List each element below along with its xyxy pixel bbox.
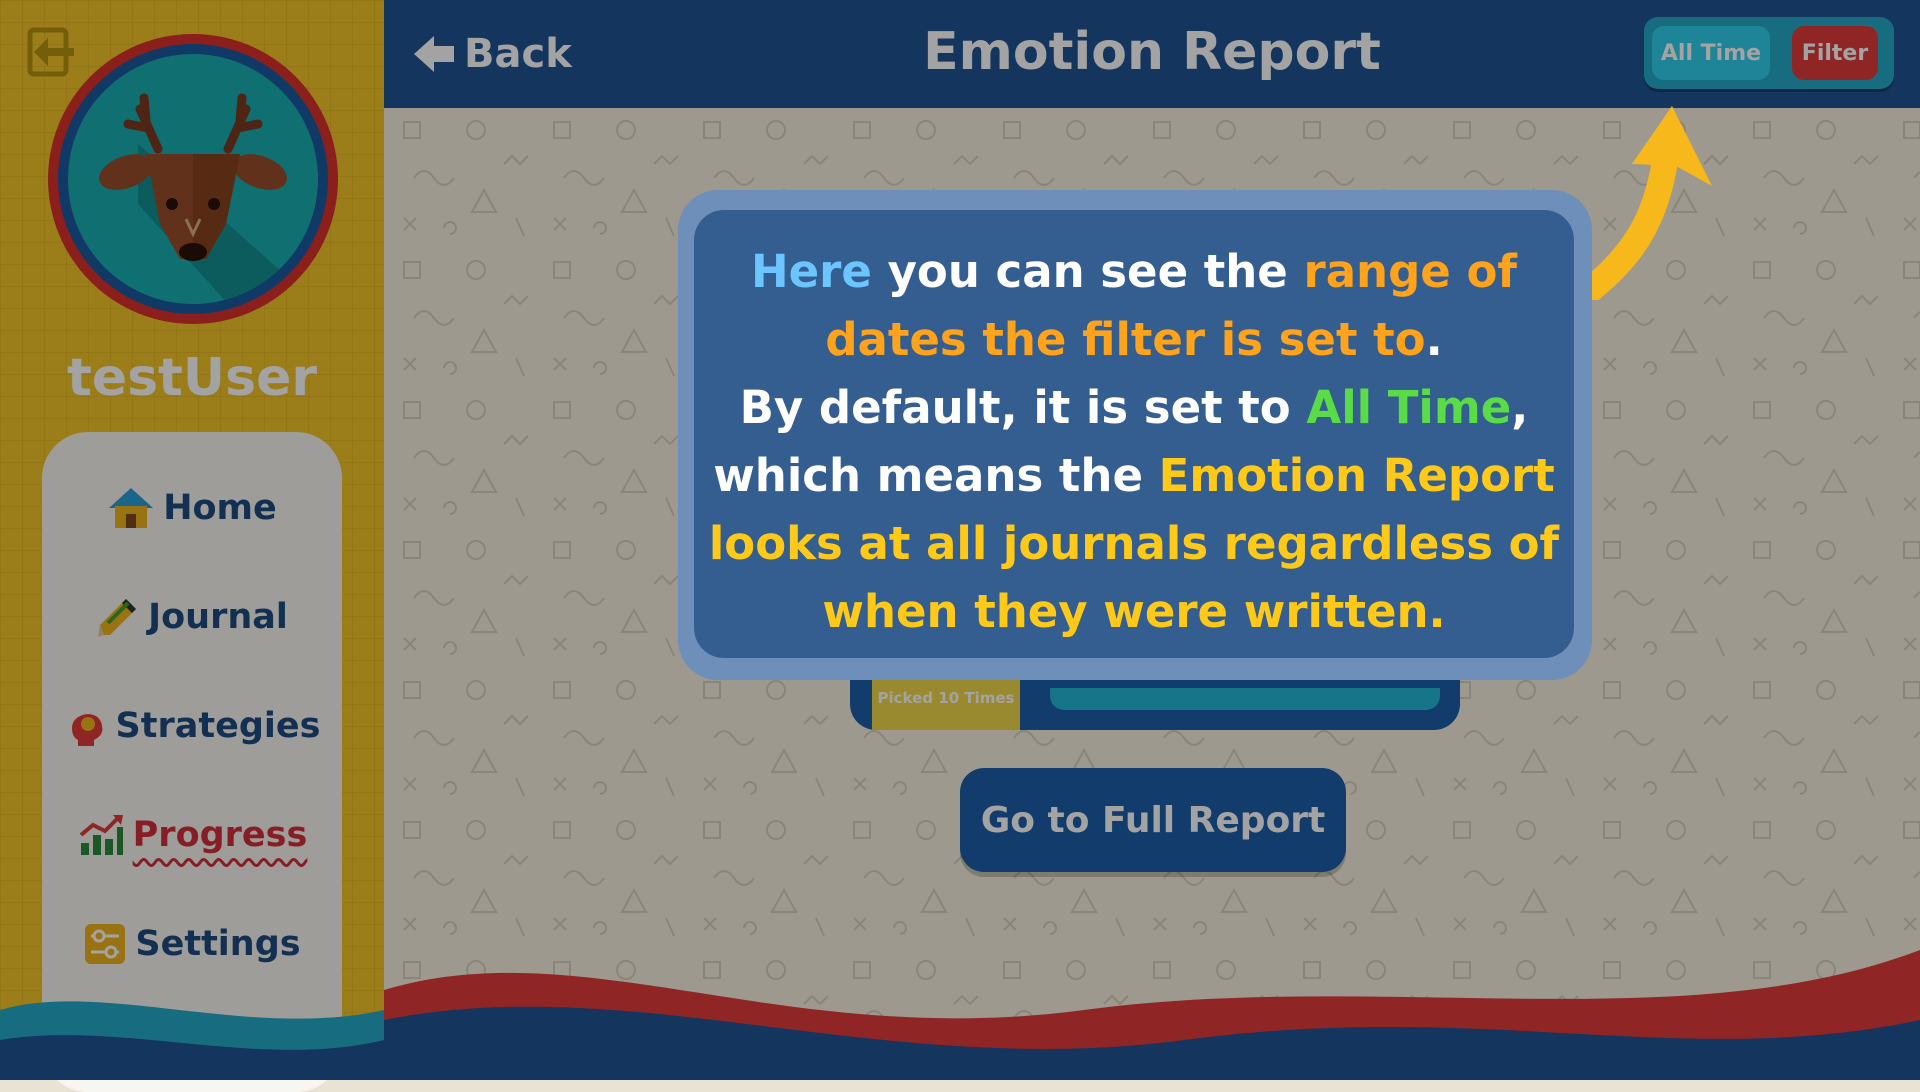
tutorial-popup-body: Here you can see the range of dates the … xyxy=(694,210,1574,658)
tutorial-text-part: Here xyxy=(751,245,872,298)
tutorial-text-part: All Time xyxy=(1306,381,1512,434)
tutorial-text-part: By default, it is set to xyxy=(739,381,1307,434)
tutorial-popup: Here you can see the range of dates the … xyxy=(678,190,1592,680)
tutorial-text-part: which means the xyxy=(713,449,1159,502)
tutorial-text-part: , xyxy=(1511,381,1529,434)
tutorial-text-part: you can see the xyxy=(871,245,1304,298)
tutorial-message: Here you can see the range of dates the … xyxy=(694,238,1574,646)
tutorial-text-part: . xyxy=(1425,313,1443,366)
pointer-arrow-icon xyxy=(1580,106,1712,300)
